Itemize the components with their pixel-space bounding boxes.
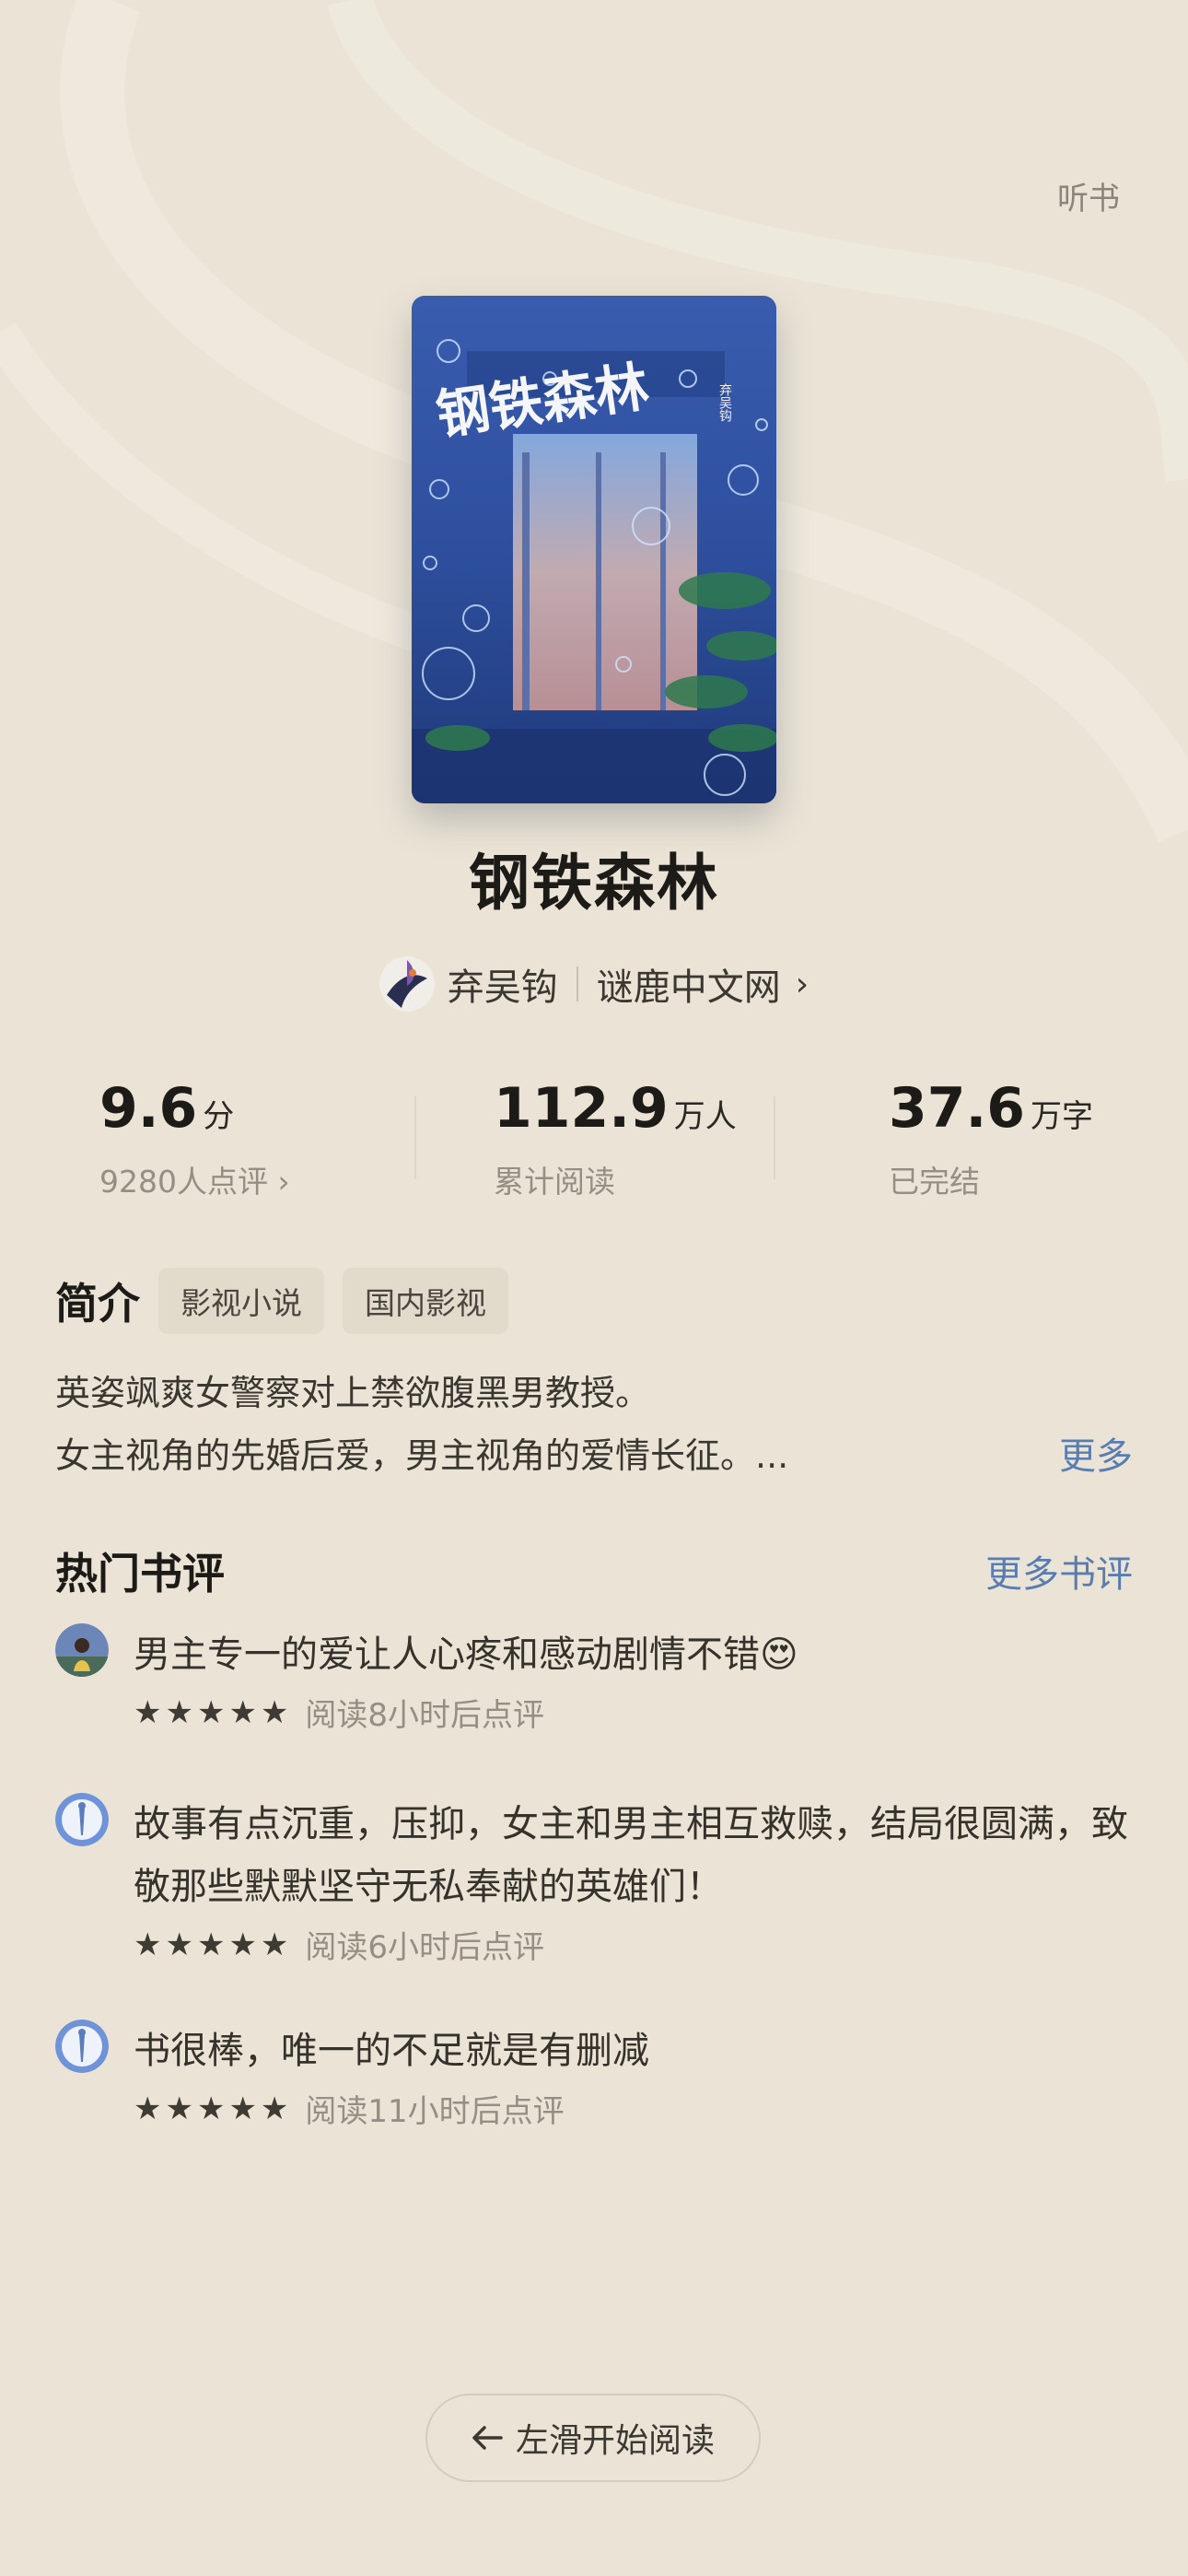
- words-unit: 万字: [1031, 1098, 1094, 1135]
- star-rating: ★★★★★: [134, 2090, 293, 2127]
- author-row[interactable]: 弃吴钩 谜鹿中文网 ›: [0, 956, 1188, 1012]
- review-text: 男主专一的爱让人心疼和感动剧情不错😍: [134, 1633, 798, 1676]
- author-name[interactable]: 弃吴钩: [448, 957, 558, 1011]
- rating-unit: 分: [203, 1098, 235, 1135]
- book-title: 钢铁森林: [469, 848, 719, 919]
- intro-header: 简介 影视小说 国内影视: [55, 1268, 508, 1334]
- chevron-right-icon: ›: [277, 1164, 290, 1200]
- cover-author-text: 弃吴钩: [717, 383, 732, 423]
- listen-button[interactable]: 听书: [1057, 173, 1120, 218]
- chevron-right-icon: ›: [795, 965, 809, 1003]
- more-reviews-button[interactable]: 更多书评: [985, 1544, 1133, 1598]
- reviewer-avatar[interactable]: [55, 1623, 109, 1677]
- star-rating: ★★★★★: [134, 1926, 293, 1963]
- star-rating: ★★★★★: [134, 1693, 293, 1731]
- tag-chip[interactable]: 国内影视: [343, 1268, 508, 1334]
- stats-bar: 9.6 分 9280人点评 › 112.9 万人 累计阅读 37.6 万字 已完结: [0, 1076, 1188, 1205]
- intro-text[interactable]: 英姿飒爽女警察对上禁欲腹黑男教授。 女主视角的先婚后爱，男主视角的爱情长征。..…: [55, 1362, 1133, 1487]
- tag-chip[interactable]: 影视小说: [158, 1268, 324, 1334]
- completion-status: 已完结: [889, 1164, 980, 1200]
- review-time: 阅读6小时后点评: [305, 1929, 545, 1966]
- book-cover[interactable]: 钢铁森林 弃吴钩: [412, 296, 776, 803]
- publisher-name[interactable]: 谜鹿中文网: [597, 957, 781, 1011]
- readers-unit: 万人: [673, 1098, 737, 1135]
- readers-stat: 112.9 万人 累计阅读: [494, 1076, 737, 1201]
- reviewer-avatar[interactable]: [55, 2020, 109, 2073]
- stats-divider: [414, 1096, 416, 1179]
- intro-line: 英姿飒爽女警察对上禁欲腹黑男教授。: [55, 1373, 651, 1413]
- review-item[interactable]: 书很棒，唯一的不足就是有删减 ★★★★★ 阅读11小时后点评: [55, 2020, 1133, 2131]
- intro-title: 简介: [55, 1279, 140, 1329]
- stats-divider: [774, 1096, 775, 1179]
- review-time: 阅读8小时后点评: [305, 1697, 545, 1734]
- start-reading-label: 左滑开始阅读: [515, 2422, 715, 2460]
- review-item[interactable]: 男主专一的爱让人心疼和感动剧情不错😍 ★★★★★ 阅读8小时后点评: [55, 1623, 1133, 1735]
- arrow-left-icon: [472, 2426, 503, 2450]
- author-avatar[interactable]: [379, 956, 435, 1012]
- rating-count: 9280人点评: [99, 1164, 268, 1200]
- intro-line: 女主视角的先婚后爱，男主视角的爱情长征。...: [55, 1435, 789, 1476]
- review-item[interactable]: 故事有点沉重，压抑，女主和男主相互救赎，结局很圆满，致敬那些默默坚守无私奉献的英…: [55, 1793, 1133, 1967]
- readers-value: 112.9: [494, 1076, 669, 1141]
- readers-label: 累计阅读: [494, 1164, 615, 1200]
- review-text: 书很棒，唯一的不足就是有删减: [134, 2030, 649, 2072]
- intro-more-button[interactable]: 更多: [1059, 1426, 1133, 1480]
- review-time: 阅读11小时后点评: [305, 2093, 565, 2130]
- rating-value: 9.6: [99, 1076, 198, 1141]
- start-reading-button[interactable]: 左滑开始阅读: [425, 2394, 761, 2482]
- review-text: 故事有点沉重，压抑，女主和男主相互救赎，结局很圆满，致敬那些默默坚守无私奉献的英…: [134, 1803, 1128, 1908]
- reviews-title: 热门书评: [55, 1549, 225, 1598]
- words-stat: 37.6 万字 已完结: [889, 1076, 1093, 1201]
- words-value: 37.6: [889, 1076, 1026, 1141]
- divider: [576, 966, 578, 1001]
- reviewer-avatar[interactable]: [55, 1793, 109, 1846]
- rating-stat[interactable]: 9.6 分 9280人点评 ›: [99, 1076, 290, 1201]
